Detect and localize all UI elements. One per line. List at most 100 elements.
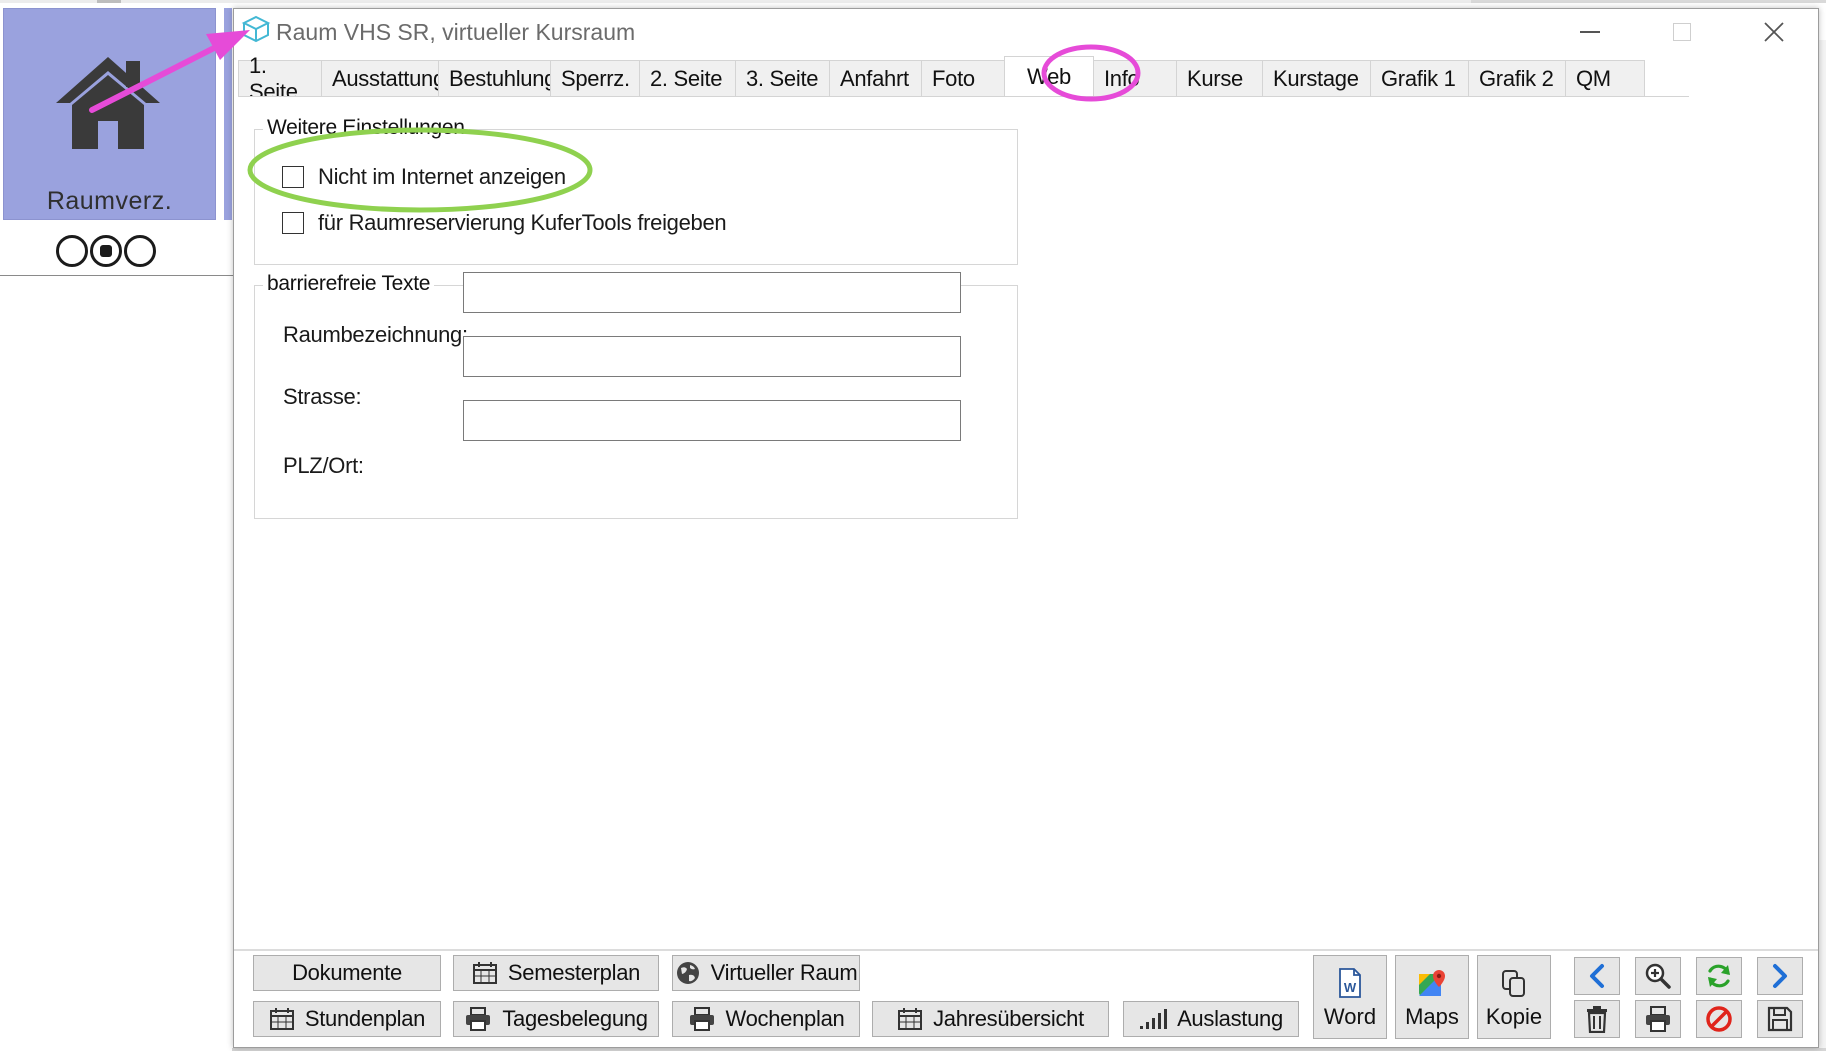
raumbezeichnung-label: Raumbezeichnung: (283, 322, 468, 347)
raumverzeichnis-tile[interactable]: Raumverz. (3, 8, 216, 220)
not-online-checkbox-row[interactable]: Nicht im Internet anzeigen (282, 164, 566, 190)
room-dialog: Raum VHS SR, virtueller Kursraum 1. Seit… (233, 8, 1819, 1048)
tile-label: Raumverz. (46, 187, 173, 215)
signal-bars-icon (1139, 1008, 1168, 1030)
kufertools-checkbox[interactable] (282, 212, 304, 234)
word-label: Word (1323, 1004, 1377, 1029)
printer-icon (688, 1007, 716, 1031)
save-button[interactable] (1757, 1000, 1803, 1038)
pager-dot[interactable] (56, 235, 88, 267)
chevron-left-icon (1590, 964, 1604, 988)
plz-ort-label: PLZ/Ort: (283, 453, 364, 478)
maximize-button[interactable] (1636, 9, 1728, 55)
group-title: barrierefreie Texte (263, 272, 435, 296)
title-bar[interactable]: Raum VHS SR, virtueller Kursraum (234, 9, 1818, 55)
forward-button[interactable] (1757, 957, 1803, 995)
tab-grafik-2[interactable]: Grafik 2 (1468, 60, 1566, 96)
tagesbelegung-button[interactable]: Tagesbelegung (453, 1001, 659, 1037)
tab-kurstage[interactable]: Kurstage (1262, 60, 1371, 96)
tab-3-seite[interactable]: 3. Seite (735, 60, 830, 96)
dokumente-button[interactable]: Dokumente (253, 955, 441, 991)
auslastung-button[interactable]: Auslastung (1123, 1001, 1299, 1037)
printer-icon (1646, 1006, 1670, 1032)
pager-dot-active[interactable] (90, 235, 122, 267)
calendar-icon (472, 961, 498, 985)
minimize-button[interactable] (1544, 9, 1636, 55)
tab-strip: 1. Seite Ausstattung Bestuhlung Sperrz. … (238, 53, 1645, 104)
tab-anfahrt[interactable]: Anfahrt (829, 60, 922, 96)
virtueller-raum-label: Virtueller Raum (710, 960, 858, 985)
map-pin-icon (1417, 968, 1447, 998)
jahresuebersicht-label: Jahresübersicht (933, 1006, 1084, 1031)
jahresuebersicht-button[interactable]: Jahresübersicht (872, 1001, 1109, 1037)
weitere-einstellungen-group: Weitere Einstellungen (254, 116, 1018, 265)
tab-ausstattung[interactable]: Ausstattung (321, 60, 445, 96)
kufertools-label: für Raumreservierung KuferTools freigebe… (318, 210, 727, 235)
tab-2-seite[interactable]: 2. Seite (639, 60, 736, 96)
tagesbelegung-label: Tagesbelegung (502, 1006, 648, 1031)
globe-icon (675, 960, 701, 986)
refresh-button[interactable] (1696, 957, 1742, 995)
wochenplan-label: Wochenplan (725, 1006, 845, 1031)
raumbezeichnung-input[interactable] (463, 272, 961, 313)
not-online-label: Nicht im Internet anzeigen (318, 164, 566, 189)
delete-button[interactable] (1574, 1000, 1620, 1038)
strasse-input[interactable] (463, 336, 961, 377)
minimize-icon (1580, 31, 1600, 33)
printer-icon (464, 1007, 492, 1031)
semesterplan-label: Semesterplan (507, 960, 641, 985)
auslastung-label: Auslastung (1177, 1006, 1283, 1031)
cancel-button[interactable] (1696, 1000, 1742, 1038)
wochenplan-button[interactable]: Wochenplan (672, 1001, 860, 1037)
window-title: Raum VHS SR, virtueller Kursraum (276, 19, 636, 45)
tab-1-seite[interactable]: 1. Seite (238, 53, 322, 104)
kufertools-checkbox-row[interactable]: für Raumreservierung KuferTools freigebe… (282, 210, 727, 236)
chevron-right-icon (1773, 964, 1787, 988)
maps-label: Maps (1405, 1004, 1459, 1029)
kopie-button[interactable]: Kopie (1477, 955, 1551, 1039)
save-icon (1767, 1006, 1793, 1032)
tab-info[interactable]: Info (1093, 60, 1177, 96)
cancel-icon (1706, 1006, 1732, 1032)
web-tab-panel: Weitere Einstellungen Nicht im Internet … (234, 97, 1818, 949)
print-button[interactable] (1635, 1000, 1681, 1038)
tab-bestuhlung[interactable]: Bestuhlung (438, 60, 556, 96)
not-online-checkbox[interactable] (282, 166, 304, 188)
refresh-icon (1708, 964, 1730, 988)
tab-qm[interactable]: QM (1565, 60, 1645, 96)
group-title: Weitere Einstellungen (263, 116, 469, 140)
stundenplan-button[interactable]: Stundenplan (253, 1001, 441, 1037)
copy-icon (1499, 968, 1529, 998)
bottom-toolbar: Dokumente Semesterplan Virtueller Raum S… (234, 951, 1818, 1047)
tab-kurse[interactable]: Kurse (1176, 60, 1263, 96)
plz-ort-input[interactable] (463, 400, 961, 441)
close-button[interactable] (1728, 9, 1820, 55)
maximize-icon (1673, 23, 1691, 41)
zoom-button[interactable] (1635, 957, 1681, 995)
background-top-edge (0, 0, 1826, 3)
divider (0, 275, 233, 276)
word-button[interactable]: W Word (1313, 955, 1387, 1039)
calendar-icon (897, 1007, 923, 1031)
tile-edge (224, 8, 232, 220)
house-icon (56, 57, 160, 149)
tab-web[interactable]: Web (1004, 56, 1094, 96)
strasse-label: Strasse: (283, 384, 362, 409)
cube-icon (241, 15, 271, 43)
dokumente-label: Dokumente (292, 960, 402, 985)
tab-grafik-1[interactable]: Grafik 1 (1370, 60, 1469, 96)
zoom-in-icon (1645, 963, 1671, 989)
stundenplan-label: Stundenplan (304, 1006, 426, 1031)
pager-dot[interactable] (124, 235, 156, 267)
virtueller-raum-button[interactable]: Virtueller Raum (672, 955, 860, 991)
tab-foto[interactable]: Foto (921, 60, 1005, 96)
page-indicator[interactable] (56, 235, 156, 267)
back-button[interactable] (1574, 957, 1620, 995)
trash-icon (1587, 1006, 1607, 1033)
word-doc-icon: W (1337, 968, 1363, 998)
maps-button[interactable]: Maps (1395, 955, 1469, 1039)
semesterplan-button[interactable]: Semesterplan (453, 955, 659, 991)
calendar-icon (269, 1007, 295, 1031)
tab-sperrz[interactable]: Sperrz. (550, 60, 640, 96)
svg-text:W: W (1344, 980, 1357, 995)
